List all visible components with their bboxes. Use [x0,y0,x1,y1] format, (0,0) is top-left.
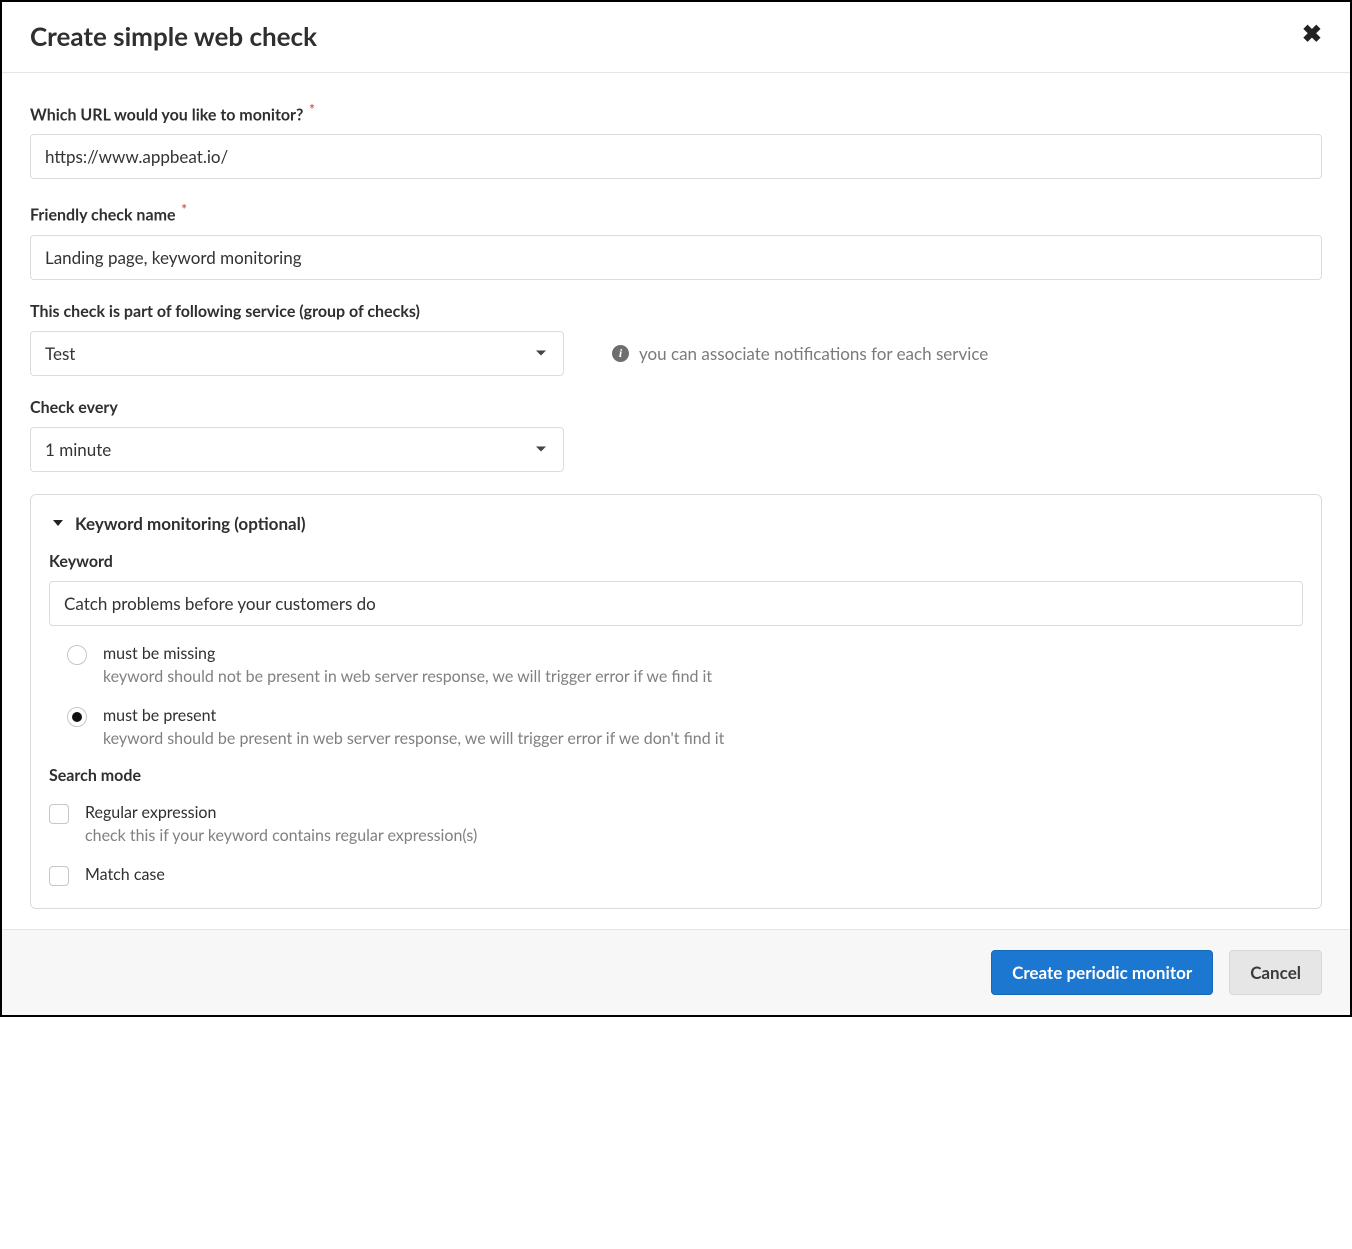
url-field-group: Which URL would you like to monitor? * [30,101,1322,179]
required-mark: * [309,101,315,117]
service-label: This check is part of following service … [30,302,1322,321]
keyword-mode-radio-group: must be missing keyword should not be pr… [49,644,1303,748]
check-desc: check this if your keyword contains regu… [85,826,1303,845]
info-icon: i [612,345,629,362]
frequency-select-wrap: 1 minute [30,427,564,472]
friendly-name-input[interactable] [30,235,1322,280]
service-field-group: This check is part of following service … [30,302,1322,376]
friendly-name-field-group: Friendly check name * [30,201,1322,279]
friendly-name-label-text: Friendly check name [30,206,176,225]
search-mode-checks: Regular expression check this if your ke… [49,803,1303,886]
radio-desc: keyword should be present in web server … [103,729,1303,748]
required-mark: * [181,201,187,217]
checkbox-icon[interactable] [49,866,69,886]
radio-content: must be missing keyword should not be pr… [103,644,1303,686]
modal-footer: Create periodic monitor Cancel [2,929,1350,1015]
cancel-button[interactable]: Cancel [1229,950,1322,995]
checkbox-icon[interactable] [49,804,69,824]
radio-desc: keyword should not be present in web ser… [103,667,1303,686]
checkbox-match-case[interactable]: Match case [49,865,1303,886]
check-label: Match case [85,865,1303,884]
keyword-panel-header[interactable]: Keyword monitoring (optional) [49,513,1303,534]
service-hint: i you can associate notifications for ea… [612,343,988,364]
url-label-text: Which URL would you like to monitor? [30,105,303,124]
radio-content: must be present keyword should be presen… [103,706,1303,748]
modal-title: Create simple web check [30,20,317,52]
check-label: Regular expression [85,803,1303,822]
friendly-name-label: Friendly check name * [30,201,1322,224]
modal-header: Create simple web check ✖ [2,2,1350,73]
url-label: Which URL would you like to monitor? * [30,101,1322,124]
service-select-wrap: Test [30,331,564,376]
modal-body: Which URL would you like to monitor? * F… [2,73,1350,929]
checkbox-regular-expression[interactable]: Regular expression check this if your ke… [49,803,1303,845]
frequency-label: Check every [30,398,1322,417]
frequency-field-group: Check every 1 minute [30,398,1322,472]
create-periodic-monitor-button[interactable]: Create periodic monitor [991,950,1213,995]
radio-must-be-missing[interactable]: must be missing keyword should not be pr… [49,644,1303,686]
keyword-monitoring-panel: Keyword monitoring (optional) Keyword mu… [30,494,1322,909]
service-hint-text: you can associate notifications for each… [639,343,988,364]
check-content: Match case [85,865,1303,884]
chevron-down-icon [53,520,63,526]
url-input[interactable] [30,134,1322,179]
search-mode-label: Search mode [49,766,1303,785]
check-content: Regular expression check this if your ke… [85,803,1303,845]
radio-icon[interactable] [67,645,87,665]
keyword-input[interactable] [49,581,1303,626]
radio-label: must be missing [103,644,1303,663]
radio-must-be-present[interactable]: must be present keyword should be presen… [49,706,1303,748]
frequency-select[interactable]: 1 minute [30,427,564,472]
radio-label: must be present [103,706,1303,725]
close-icon[interactable]: ✖ [1302,22,1322,46]
radio-icon[interactable] [67,707,87,727]
keyword-panel-title: Keyword monitoring (optional) [75,513,306,534]
keyword-label: Keyword [49,552,1303,571]
service-row: Test i you can associate notifications f… [30,331,1322,376]
service-select[interactable]: Test [30,331,564,376]
create-web-check-modal: Create simple web check ✖ Which URL woul… [0,0,1352,1017]
